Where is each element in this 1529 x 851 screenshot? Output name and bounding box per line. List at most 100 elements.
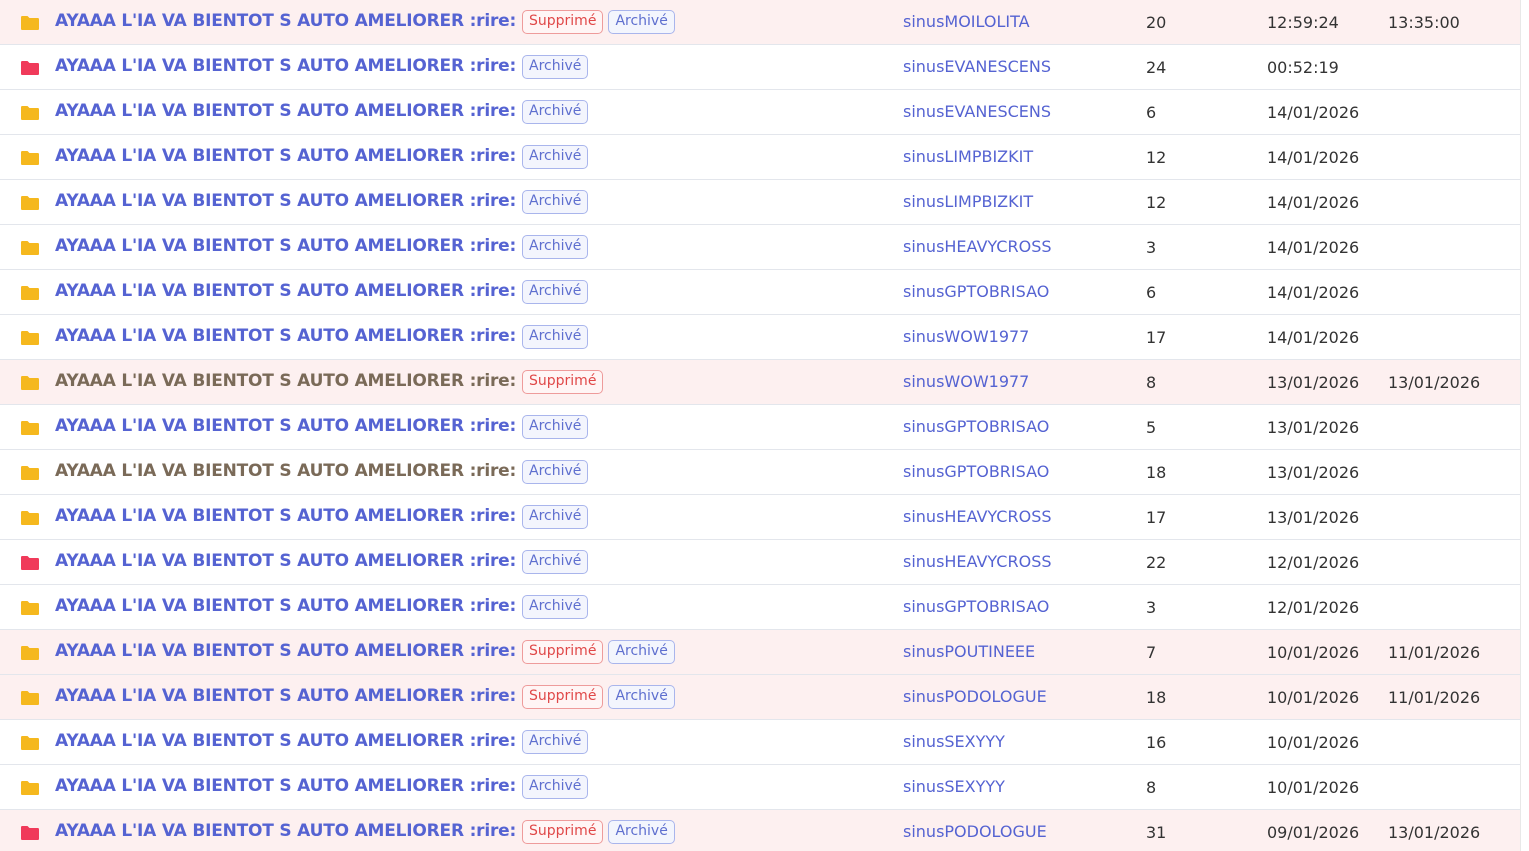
topic-title-link[interactable]: AYAAA L'IA VA BIENTOT S AUTO AMELIORER :… bbox=[55, 236, 516, 256]
topic-title-link[interactable]: AYAAA L'IA VA BIENTOT S AUTO AMELIORER :… bbox=[55, 641, 516, 661]
red-folder-icon bbox=[20, 825, 40, 841]
topic-row[interactable]: AYAAA L'IA VA BIENTOT S AUTO AMELIORER :… bbox=[0, 720, 1520, 765]
topic-badges: Archivé bbox=[522, 505, 589, 529]
topic-row[interactable]: AYAAA L'IA VA BIENTOT S AUTO AMELIORER :… bbox=[0, 405, 1520, 450]
reply-count: 3 bbox=[1146, 598, 1157, 617]
yellow-folder-icon bbox=[20, 240, 40, 256]
yellow-folder-icon bbox=[20, 150, 40, 166]
topic-author-link[interactable]: sinusHEAVYCROSS bbox=[903, 552, 1052, 571]
archived-badge: Archivé bbox=[522, 505, 589, 529]
topic-row[interactable]: AYAAA L'IA VA BIENTOT S AUTO AMELIORER :… bbox=[0, 450, 1520, 495]
topic-badges: Archivé bbox=[522, 235, 589, 259]
topic-date: 14/01/2026 bbox=[1267, 103, 1360, 122]
topic-date: 13/01/2026 bbox=[1267, 508, 1360, 527]
topic-title-link[interactable]: AYAAA L'IA VA BIENTOT S AUTO AMELIORER :… bbox=[55, 11, 516, 31]
topic-row[interactable]: AYAAA L'IA VA BIENTOT S AUTO AMELIORER :… bbox=[0, 675, 1520, 720]
topic-title-link[interactable]: AYAAA L'IA VA BIENTOT S AUTO AMELIORER :… bbox=[55, 506, 516, 526]
scrollbar[interactable] bbox=[1520, 0, 1529, 851]
topic-title-link[interactable]: AYAAA L'IA VA BIENTOT S AUTO AMELIORER :… bbox=[55, 191, 516, 211]
topic-date: 12/01/2026 bbox=[1267, 553, 1360, 572]
deleted-badge: Supprimé bbox=[522, 370, 604, 394]
topic-date: 10/01/2026 bbox=[1267, 643, 1360, 662]
topic-author-link[interactable]: sinusGPTOBRISAO bbox=[903, 462, 1049, 481]
topic-row[interactable]: AYAAA L'IA VA BIENTOT S AUTO AMELIORER :… bbox=[0, 225, 1520, 270]
topic-badges: Archivé bbox=[522, 325, 589, 349]
topic-row[interactable]: AYAAA L'IA VA BIENTOT S AUTO AMELIORER :… bbox=[0, 630, 1520, 675]
deleted-badge: Supprimé bbox=[522, 640, 604, 664]
archived-badge: Archivé bbox=[522, 190, 589, 214]
topic-author-link[interactable]: sinusPODOLOGUE bbox=[903, 822, 1047, 841]
topic-title-link[interactable]: AYAAA L'IA VA BIENTOT S AUTO AMELIORER :… bbox=[55, 146, 516, 166]
topic-author-link[interactable]: sinusGPTOBRISAO bbox=[903, 597, 1049, 616]
reply-count: 6 bbox=[1146, 103, 1157, 122]
topic-row[interactable]: AYAAA L'IA VA BIENTOT S AUTO AMELIORER :… bbox=[0, 315, 1520, 360]
yellow-folder-icon bbox=[20, 690, 40, 706]
topic-author-link[interactable]: sinusLIMPBIZKIT bbox=[903, 192, 1033, 211]
topic-author-link[interactable]: sinusPODOLOGUE bbox=[903, 687, 1047, 706]
reply-count: 22 bbox=[1146, 553, 1167, 572]
yellow-folder-icon bbox=[20, 510, 40, 526]
topic-row[interactable]: AYAAA L'IA VA BIENTOT S AUTO AMELIORER :… bbox=[0, 45, 1520, 90]
topic-row[interactable]: AYAAA L'IA VA BIENTOT S AUTO AMELIORER :… bbox=[0, 360, 1520, 405]
topic-author-link[interactable]: sinusEVANESCENS bbox=[903, 102, 1051, 121]
reply-count: 12 bbox=[1146, 148, 1167, 167]
topic-author-link[interactable]: sinusWOW1977 bbox=[903, 372, 1029, 391]
topic-row[interactable]: AYAAA L'IA VA BIENTOT S AUTO AMELIORER :… bbox=[0, 90, 1520, 135]
topic-author-link[interactable]: sinusSEXYYY bbox=[903, 732, 1005, 751]
topic-list-view: AYAAA L'IA VA BIENTOT S AUTO AMELIORER :… bbox=[0, 0, 1529, 851]
topic-title-link[interactable]: AYAAA L'IA VA BIENTOT S AUTO AMELIORER :… bbox=[55, 821, 516, 841]
topic-title-link[interactable]: AYAAA L'IA VA BIENTOT S AUTO AMELIORER :… bbox=[55, 416, 516, 436]
topic-author-link[interactable]: sinusSEXYYY bbox=[903, 777, 1005, 796]
topic-author-link[interactable]: sinusPOUTINEEE bbox=[903, 642, 1035, 661]
topic-row[interactable]: AYAAA L'IA VA BIENTOT S AUTO AMELIORER :… bbox=[0, 765, 1520, 810]
topic-row[interactable]: AYAAA L'IA VA BIENTOT S AUTO AMELIORER :… bbox=[0, 135, 1520, 180]
reply-count: 5 bbox=[1146, 418, 1157, 437]
topic-author-link[interactable]: sinusGPTOBRISAO bbox=[903, 417, 1049, 436]
topic-row[interactable]: AYAAA L'IA VA BIENTOT S AUTO AMELIORER :… bbox=[0, 540, 1520, 585]
red-folder-icon bbox=[20, 555, 40, 571]
topic-title-link[interactable]: AYAAA L'IA VA BIENTOT S AUTO AMELIORER :… bbox=[55, 776, 516, 796]
reply-count: 8 bbox=[1146, 778, 1157, 797]
archived-badge: Archivé bbox=[608, 685, 675, 709]
deletion-date: 13/01/2026 bbox=[1388, 373, 1481, 392]
yellow-folder-icon bbox=[20, 15, 40, 31]
topic-date: 12:59:24 bbox=[1267, 13, 1339, 32]
topic-badges: Archivé bbox=[522, 190, 589, 214]
topic-title-link[interactable]: AYAAA L'IA VA BIENTOT S AUTO AMELIORER :… bbox=[55, 686, 516, 706]
topic-title-link[interactable]: AYAAA L'IA VA BIENTOT S AUTO AMELIORER :… bbox=[55, 461, 516, 481]
topic-title-link[interactable]: AYAAA L'IA VA BIENTOT S AUTO AMELIORER :… bbox=[55, 101, 516, 121]
yellow-folder-icon bbox=[20, 600, 40, 616]
topic-title-link[interactable]: AYAAA L'IA VA BIENTOT S AUTO AMELIORER :… bbox=[55, 56, 516, 76]
topic-author-link[interactable]: sinusMOILOLITA bbox=[903, 12, 1030, 31]
topic-author-link[interactable]: sinusEVANESCENS bbox=[903, 57, 1051, 76]
topic-title-link[interactable]: AYAAA L'IA VA BIENTOT S AUTO AMELIORER :… bbox=[55, 281, 516, 301]
topic-row[interactable]: AYAAA L'IA VA BIENTOT S AUTO AMELIORER :… bbox=[0, 810, 1520, 851]
topic-row[interactable]: AYAAA L'IA VA BIENTOT S AUTO AMELIORER :… bbox=[0, 180, 1520, 225]
archived-badge: Archivé bbox=[522, 550, 589, 574]
reply-count: 18 bbox=[1146, 688, 1167, 707]
topic-author-link[interactable]: sinusWOW1977 bbox=[903, 327, 1029, 346]
topic-title-link[interactable]: AYAAA L'IA VA BIENTOT S AUTO AMELIORER :… bbox=[55, 551, 516, 571]
topic-date: 13/01/2026 bbox=[1267, 463, 1360, 482]
topic-author-link[interactable]: sinusLIMPBIZKIT bbox=[903, 147, 1033, 166]
topic-title-link[interactable]: AYAAA L'IA VA BIENTOT S AUTO AMELIORER :… bbox=[55, 731, 516, 751]
topic-row[interactable]: AYAAA L'IA VA BIENTOT S AUTO AMELIORER :… bbox=[0, 0, 1520, 45]
topic-list: AYAAA L'IA VA BIENTOT S AUTO AMELIORER :… bbox=[0, 0, 1520, 851]
topic-date: 10/01/2026 bbox=[1267, 733, 1360, 752]
yellow-folder-icon bbox=[20, 330, 40, 346]
topic-author-link[interactable]: sinusGPTOBRISAO bbox=[903, 282, 1049, 301]
topic-row[interactable]: AYAAA L'IA VA BIENTOT S AUTO AMELIORER :… bbox=[0, 585, 1520, 630]
topic-title-link[interactable]: AYAAA L'IA VA BIENTOT S AUTO AMELIORER :… bbox=[55, 371, 516, 391]
topic-date: 14/01/2026 bbox=[1267, 328, 1360, 347]
topic-title-link[interactable]: AYAAA L'IA VA BIENTOT S AUTO AMELIORER :… bbox=[55, 596, 516, 616]
topic-row[interactable]: AYAAA L'IA VA BIENTOT S AUTO AMELIORER :… bbox=[0, 495, 1520, 540]
topic-date: 13/01/2026 bbox=[1267, 373, 1360, 392]
topic-author-link[interactable]: sinusHEAVYCROSS bbox=[903, 237, 1052, 256]
topic-author-link[interactable]: sinusHEAVYCROSS bbox=[903, 507, 1052, 526]
topic-date: 00:52:19 bbox=[1267, 58, 1339, 77]
topic-title-link[interactable]: AYAAA L'IA VA BIENTOT S AUTO AMELIORER :… bbox=[55, 326, 516, 346]
topic-badges: Archivé bbox=[522, 595, 589, 619]
yellow-folder-icon bbox=[20, 285, 40, 301]
topic-row[interactable]: AYAAA L'IA VA BIENTOT S AUTO AMELIORER :… bbox=[0, 270, 1520, 315]
reply-count: 17 bbox=[1146, 508, 1167, 527]
